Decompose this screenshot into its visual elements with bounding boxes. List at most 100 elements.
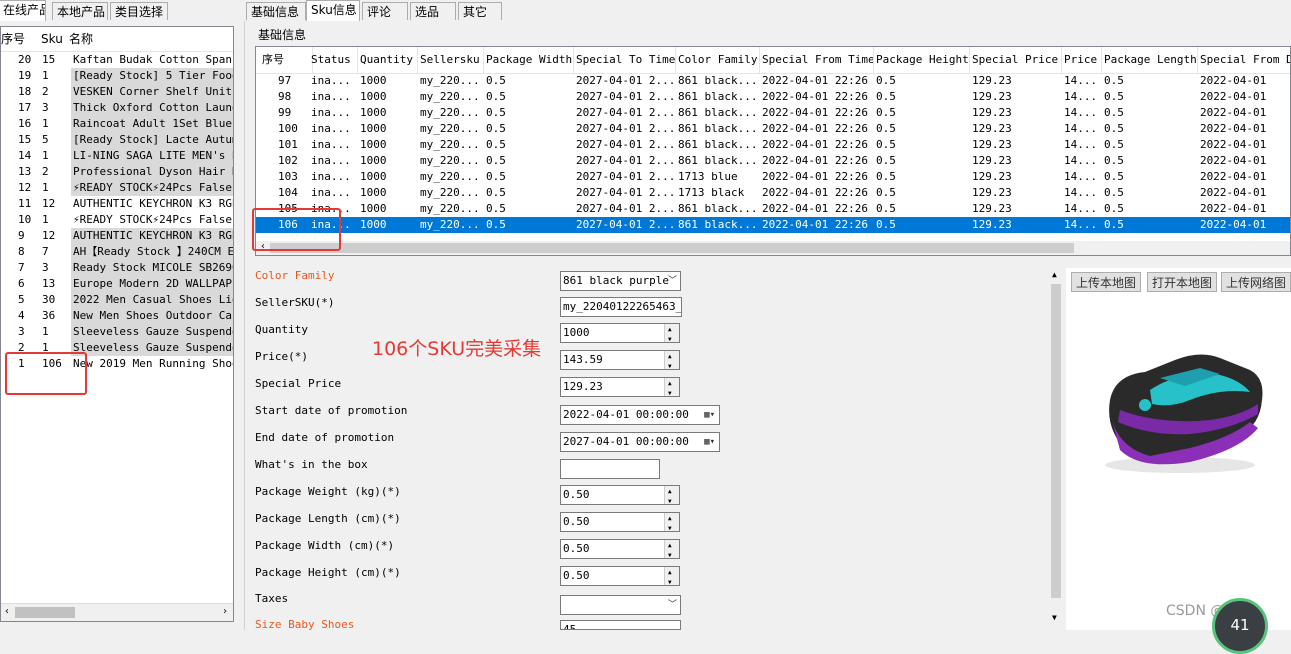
- spin-arrows-icon[interactable]: [664, 324, 679, 342]
- color-family-select[interactable]: 861 black purple ﹀: [560, 271, 681, 291]
- sku-cell: 0.5: [1104, 90, 1124, 103]
- upload-web-image-button[interactable]: 上传网络图: [1221, 272, 1291, 292]
- package-width-stepper[interactable]: 0.50: [560, 539, 680, 559]
- price-stepper[interactable]: 143.59: [560, 350, 680, 370]
- sku-header-cell[interactable]: Special From Da: [1198, 47, 1290, 73]
- sku-cell: my_220...: [420, 202, 480, 215]
- spin-arrows-icon[interactable]: [664, 351, 679, 369]
- product-row[interactable]: 20 15 Kaftan Budak Cotton Span Ke: [1, 52, 233, 68]
- size-baby-shoes-select[interactable]: 45: [560, 620, 681, 630]
- tab-reviews[interactable]: 评论: [362, 2, 408, 20]
- taxes-select[interactable]: ﹀: [560, 595, 681, 615]
- product-row[interactable]: 3 1 Sleeveless Gauze Suspender: [1, 324, 233, 340]
- end-date-picker[interactable]: 2027-04-01 00:00:00 ▦▾: [560, 432, 720, 452]
- package-length-stepper[interactable]: 0.50: [560, 512, 680, 532]
- sku-header-cell[interactable]: Price: [1062, 47, 1102, 73]
- sku-header-cell[interactable]: Quantity: [358, 47, 418, 73]
- sku-header-cell[interactable]: Sellersku: [418, 47, 484, 73]
- sku-header-cell[interactable]: 序号: [260, 47, 313, 73]
- scroll-right-icon[interactable]: ›: [222, 606, 228, 617]
- quantity-stepper[interactable]: 1000: [560, 323, 680, 343]
- sku-header-cell[interactable]: Status: [309, 47, 358, 73]
- header-name[interactable]: 名称: [69, 27, 93, 51]
- product-row[interactable]: 19 1 [Ready Stock] 5 Tier Food C: [1, 68, 233, 84]
- upload-local-image-button[interactable]: 上传本地图: [1071, 272, 1142, 292]
- scroll-left-icon[interactable]: ‹: [4, 606, 10, 617]
- product-row[interactable]: 4 36 New Men Shoes Outdoor Casua: [1, 308, 233, 324]
- product-row[interactable]: 10 1 ⚡READY STOCK⚡24Pcs False: [1, 212, 233, 228]
- sku-cell: 14...: [1064, 154, 1098, 167]
- tab-sku-info[interactable]: Sku信息: [306, 0, 360, 21]
- whats-in-box-input[interactable]: [560, 459, 660, 479]
- sku-header-cell[interactable]: Package Height: [874, 47, 970, 73]
- tab-local-products[interactable]: 本地产品: [52, 2, 108, 20]
- form-vertical-scrollbar[interactable]: ▲ ▼: [1049, 268, 1063, 630]
- sku-cell: my_220...: [420, 186, 480, 199]
- tab-category-select[interactable]: 类目选择: [110, 2, 168, 20]
- sku-grid-hscrollbar[interactable]: ‹: [256, 241, 1290, 255]
- sku-header-cell[interactable]: Special Price: [970, 47, 1062, 73]
- product-row[interactable]: 9 12 AUTHENTIC KEYCHRON K3 RGB A: [1, 228, 233, 244]
- row-name: ⚡READY STOCK⚡24Pcs False: [73, 213, 232, 226]
- product-row[interactable]: 17 3 Thick Oxford Cotton Laundry: [1, 100, 233, 116]
- sku-row[interactable]: 106 ina... 1000 my_220... 0.5 2027-04-01 2...…: [256, 217, 1290, 233]
- open-local-image-button[interactable]: 打开本地图: [1147, 272, 1218, 292]
- sku-row[interactable]: 100 ina... 1000 my_220... 0.5 2027-04-01 2...…: [256, 121, 1290, 137]
- progress-badge[interactable]: 41: [1212, 598, 1268, 654]
- sku-header-cell[interactable]: Package Width: [484, 47, 574, 73]
- sku-row[interactable]: 104 ina... 1000 my_220... 0.5 2027-04-01 2...…: [256, 185, 1290, 201]
- package-height-stepper[interactable]: 0.50: [560, 566, 680, 586]
- sku-row[interactable]: 97 ina... 1000 my_220... 0.5 2027-04-01 2... 8…: [256, 73, 1290, 89]
- product-row[interactable]: 14 1 LI-NING SAGA LITE MEN's BAD: [1, 148, 233, 164]
- product-row[interactable]: 18 2 VESKEN Corner Shelf Unit 3: [1, 84, 233, 100]
- sku-row[interactable]: 99 ina... 1000 my_220... 0.5 2027-04-01 2... 8…: [256, 105, 1290, 121]
- sku-row[interactable]: 105 ina... 1000 my_220... 0.5 2027-04-01 2...…: [256, 201, 1290, 217]
- calendar-icon[interactable]: ▦▾: [704, 406, 715, 424]
- scroll-down-icon[interactable]: ▼: [1052, 613, 1057, 622]
- product-row[interactable]: 15 5 [Ready Stock] Lacte Autumn: [1, 132, 233, 148]
- package-weight-stepper[interactable]: 0.50: [560, 485, 680, 505]
- sku-cell: my_220...: [420, 90, 480, 103]
- label-start-date: Start date of promotion: [255, 404, 408, 417]
- sku-cell: 129.23: [972, 122, 1012, 135]
- sku-header-cell[interactable]: Special To Time: [574, 47, 676, 73]
- sku-row[interactable]: 102 ina... 1000 my_220... 0.5 2027-04-01 2...…: [256, 153, 1290, 169]
- spin-arrows-icon[interactable]: [664, 378, 679, 396]
- product-row[interactable]: 11 12 AUTHENTIC KEYCHRON K3 RGB A: [1, 196, 233, 212]
- product-row[interactable]: 8 7 AH【Ready Stock 】240CM Ext: [1, 244, 233, 260]
- spin-arrows-icon[interactable]: [664, 540, 679, 558]
- product-row[interactable]: 5 30 2022 Men Casual Shoes Light: [1, 292, 233, 308]
- row-name: AUTHENTIC KEYCHRON K3 RGB A: [71, 228, 233, 244]
- spin-arrows-icon[interactable]: [664, 486, 679, 504]
- product-row[interactable]: 13 2 Professional Dyson Hair Dry: [1, 164, 233, 180]
- spin-arrows-icon[interactable]: [664, 567, 679, 585]
- scrollbar-thumb[interactable]: [15, 607, 75, 618]
- sku-header-cell[interactable]: Color Family: [676, 47, 760, 73]
- scrollbar-thumb[interactable]: [1051, 284, 1061, 598]
- seller-sku-input[interactable]: my_22040122265463_1: [560, 297, 682, 317]
- header-no[interactable]: 序号: [1, 27, 25, 51]
- scroll-up-icon[interactable]: ▲: [1052, 270, 1057, 279]
- sku-cell: 0.5: [1104, 218, 1124, 231]
- sku-header-cell[interactable]: Special From Time: [760, 47, 874, 73]
- sku-row[interactable]: 98 ina... 1000 my_220... 0.5 2027-04-01 2... 8…: [256, 89, 1290, 105]
- tab-basic-info[interactable]: 基础信息: [246, 2, 306, 20]
- product-row[interactable]: 12 1 ⚡READY STOCK⚡24Pcs False: [1, 180, 233, 196]
- tab-product-selection[interactable]: 选品: [410, 2, 456, 20]
- sku-header-cell[interactable]: Package Length: [1102, 47, 1198, 73]
- special-price-stepper[interactable]: 129.23: [560, 377, 680, 397]
- sku-row[interactable]: 103 ina... 1000 my_220... 0.5 2027-04-01 2...…: [256, 169, 1290, 185]
- size-baby-shoes-value: 45: [563, 623, 577, 630]
- calendar-icon[interactable]: ▦▾: [704, 433, 715, 451]
- tab-online-products[interactable]: 在线产品: [0, 0, 46, 21]
- horizontal-scrollbar[interactable]: ‹ ›: [1, 603, 233, 621]
- product-row[interactable]: 6 13 Europe Modern 2D WALLPAPER: [1, 276, 233, 292]
- scrollbar-thumb[interactable]: [270, 243, 1074, 253]
- header-sku[interactable]: Sku: [41, 27, 63, 51]
- sku-row[interactable]: 101 ina... 1000 my_220... 0.5 2027-04-01 2...…: [256, 137, 1290, 153]
- spin-arrows-icon[interactable]: [664, 513, 679, 531]
- product-row[interactable]: 7 3 Ready Stock MICOLE SB2690 H: [1, 260, 233, 276]
- tab-other[interactable]: 其它: [458, 2, 502, 20]
- product-row[interactable]: 16 1 Raincoat Adult 1Set Blue: [1, 116, 233, 132]
- start-date-picker[interactable]: 2022-04-01 00:00:00 ▦▾: [560, 405, 720, 425]
